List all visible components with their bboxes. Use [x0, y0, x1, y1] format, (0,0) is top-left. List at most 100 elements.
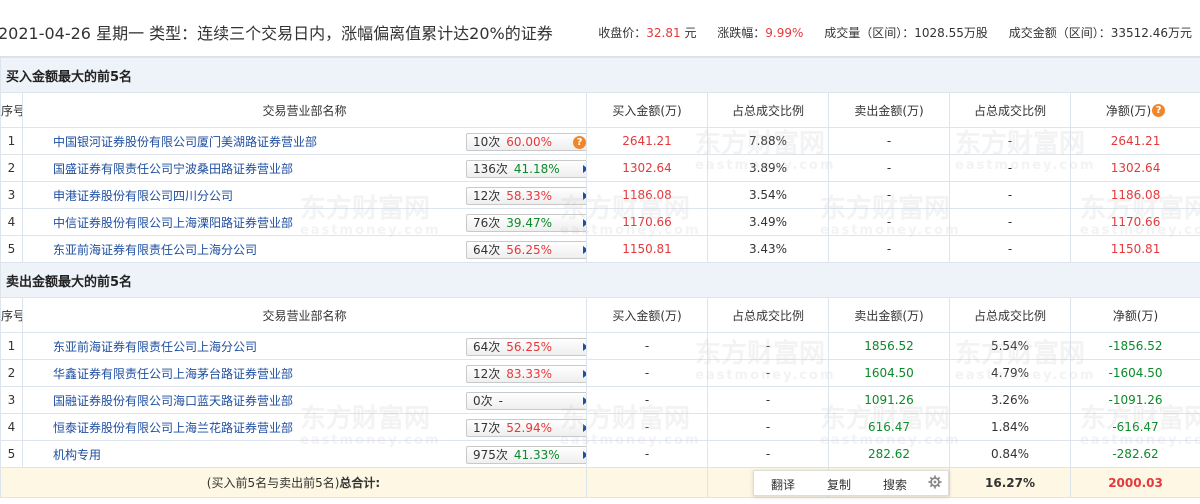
- sell-ratio: -: [949, 208, 1071, 236]
- net-amount: 1302.64: [1069, 154, 1200, 182]
- sell-amount: 1856.52: [828, 332, 950, 360]
- search-button[interactable]: 搜索: [883, 476, 907, 493]
- broker-stats-button[interactable]: 64次 56.25%: [466, 338, 586, 356]
- buy-ratio: -: [707, 332, 829, 360]
- broker-name-link[interactable]: 机构专用: [53, 446, 101, 463]
- table-row: 4 中信证券股份有限公司上海溧阳路证券营业部 76次 39.47% 1170.66 3.4…: [0, 208, 1200, 236]
- page-title: 2021-04-26 星期一 类型：连续三个交易日内，涨幅偏离值累计达20%的证…: [0, 24, 553, 43]
- win-rate: 39.47%: [506, 216, 553, 230]
- broker-stats-button[interactable]: 12次 58.33%: [466, 187, 586, 205]
- broker-name-cell: 申港证券股份有限公司四川分公司 12次 58.33%: [22, 181, 587, 209]
- row-index: 5: [0, 235, 23, 263]
- broker-name-link[interactable]: 中国银河证券股份有限公司厦门美湖路证券营业部: [53, 133, 317, 150]
- broker-name-cell: 中国银河证券股份有限公司厦门美湖路证券营业部 10次 60.00%?: [22, 127, 587, 155]
- buy-ratio: -: [707, 413, 829, 441]
- broker-stats-button[interactable]: 17次 52.94%: [466, 419, 586, 437]
- row-index: 4: [0, 208, 23, 236]
- table-row: 3 申港证券股份有限公司四川分公司 12次 58.33% 1186.08 3.54% - -1…: [0, 181, 1200, 209]
- sell-amount: 616.47: [828, 413, 950, 441]
- arrow-right-icon: [583, 246, 586, 254]
- header-sell-ratio-label: 占总成交比例: [973, 103, 1046, 118]
- header-net-label: 净额(万): [1112, 308, 1159, 323]
- win-rate: 83.33%: [506, 367, 553, 381]
- buy-ratio: -: [707, 386, 829, 414]
- header-buy: 买入金额(万): [586, 92, 708, 128]
- row-index: 1: [0, 332, 23, 360]
- broker-stats-button[interactable]: 12次 83.33%: [466, 365, 586, 383]
- header-idx: 序号: [0, 297, 23, 333]
- header-net: 净额(万): [1069, 297, 1200, 333]
- buy-column-headers: 序号 交易营业部名称 买入金额(万) 占总成交比例 卖出金额(万) 占总成交比例 净额(万)…: [0, 92, 1200, 128]
- net-amount: -282.62: [1069, 440, 1200, 468]
- broker-name-cell: 东亚前海证券有限责任公司上海分公司 64次 56.25%: [22, 235, 587, 263]
- times-count: 10次: [473, 135, 501, 149]
- sell-amount: -: [828, 154, 950, 182]
- arrow-right-icon: [583, 397, 586, 405]
- buy-ratio: 7.88%: [707, 127, 829, 155]
- total-net: 2000.03: [1069, 467, 1200, 498]
- win-rate: 41.18%: [513, 162, 560, 176]
- times-count: 76次: [473, 216, 501, 230]
- buy-amount: -: [586, 413, 708, 441]
- net-amount: -1091.26: [1069, 386, 1200, 414]
- times-count: 17次: [473, 421, 501, 435]
- win-rate: 56.25%: [506, 340, 553, 354]
- net-amount: 1170.66: [1069, 208, 1200, 236]
- broker-name-link[interactable]: 申港证券股份有限公司四川分公司: [53, 187, 233, 204]
- times-count: 64次: [473, 340, 501, 354]
- broker-stats-button[interactable]: 136次 41.18%: [466, 160, 586, 178]
- broker-stats-button[interactable]: 10次 60.00%?: [466, 133, 586, 151]
- broker-stats-button[interactable]: 76次 39.47%: [466, 214, 586, 232]
- buy-ratio: 3.49%: [707, 208, 829, 236]
- broker-stats-button[interactable]: 975次 41.33%: [466, 446, 586, 464]
- broker-name-link[interactable]: 国融证券股份有限公司海口蓝天路证券营业部: [53, 392, 293, 409]
- broker-name-link[interactable]: 华鑫证券有限责任公司上海茅台路证券营业部: [53, 365, 293, 382]
- translate-button[interactable]: 翻译: [771, 476, 795, 493]
- broker-stats-button[interactable]: 0次 -: [466, 392, 586, 410]
- row-index: 4: [0, 413, 23, 441]
- gear-icon[interactable]: [928, 475, 942, 489]
- sell-amount: -: [828, 235, 950, 263]
- broker-name-link[interactable]: 国盛证券有限责任公司宁波桑田路证券营业部: [53, 160, 293, 177]
- win-rate: 56.25%: [506, 243, 553, 257]
- table-row: 2 国盛证券有限责任公司宁波桑田路证券营业部 136次 41.18% 1302.64 3.…: [0, 154, 1200, 182]
- copy-button[interactable]: 复制: [827, 476, 851, 493]
- sell-amount: 282.62: [828, 440, 950, 468]
- times-count: 975次: [473, 448, 508, 462]
- times-count: 0次: [473, 394, 493, 408]
- help-icon[interactable]: ?: [1152, 103, 1166, 117]
- header-buy-label: 买入金额(万): [612, 103, 682, 118]
- net-amount: 1186.08: [1069, 181, 1200, 209]
- sell-ratio: 5.54%: [949, 332, 1071, 360]
- row-index: 3: [0, 386, 23, 414]
- sell-amount: -: [828, 181, 950, 209]
- header-name: 交易营业部名称: [22, 297, 587, 333]
- header-buy: 买入金额(万): [586, 297, 708, 333]
- table-row: 1 东亚前海证券有限责任公司上海分公司 64次 56.25% - -1856.52 5.54…: [0, 332, 1200, 360]
- broker-name-cell: 国融证券股份有限公司海口蓝天路证券营业部 0次 -: [22, 386, 587, 414]
- win-rate: -: [498, 394, 503, 408]
- broker-name-link[interactable]: 恒泰证券股份有限公司上海兰花路证券营业部: [53, 419, 293, 436]
- sell-ratio: -: [949, 154, 1071, 182]
- buy-amount: 1170.66: [586, 208, 708, 236]
- arrow-right-icon: [583, 165, 586, 173]
- broker-name-cell: 中信证券股份有限公司上海溧阳路证券营业部 76次 39.47%: [22, 208, 587, 236]
- broker-name-link[interactable]: 东亚前海证券有限责任公司上海分公司: [53, 338, 257, 355]
- buy-amount: 1186.08: [586, 181, 708, 209]
- sell-section-title: 卖出金额最大的前5名: [0, 262, 1200, 298]
- header-name: 交易营业部名称: [22, 92, 587, 128]
- broker-name-link[interactable]: 中信证券股份有限公司上海溧阳路证券营业部: [53, 214, 293, 231]
- help-icon[interactable]: ?: [573, 136, 586, 149]
- sell-ratio: 1.84%: [949, 413, 1071, 441]
- header-net-label: 净额(万): [1105, 103, 1152, 118]
- header-sell: 卖出金额(万): [828, 297, 950, 333]
- sell-section-header: 卖出金额最大的前5名: [0, 262, 1200, 298]
- header-buy-label: 买入金额(万): [612, 308, 682, 323]
- change-rate: 涨跌幅：9.99%: [717, 26, 804, 40]
- broker-name-link[interactable]: 东亚前海证券有限责任公司上海分公司: [53, 241, 257, 258]
- row-index: 3: [0, 181, 23, 209]
- broker-stats-button[interactable]: 64次 56.25%: [466, 241, 586, 259]
- header-buy-ratio: 占总成交比例: [707, 297, 829, 333]
- arrow-right-icon: [583, 451, 586, 459]
- broker-name-cell: 东亚前海证券有限责任公司上海分公司 64次 56.25%: [22, 332, 587, 360]
